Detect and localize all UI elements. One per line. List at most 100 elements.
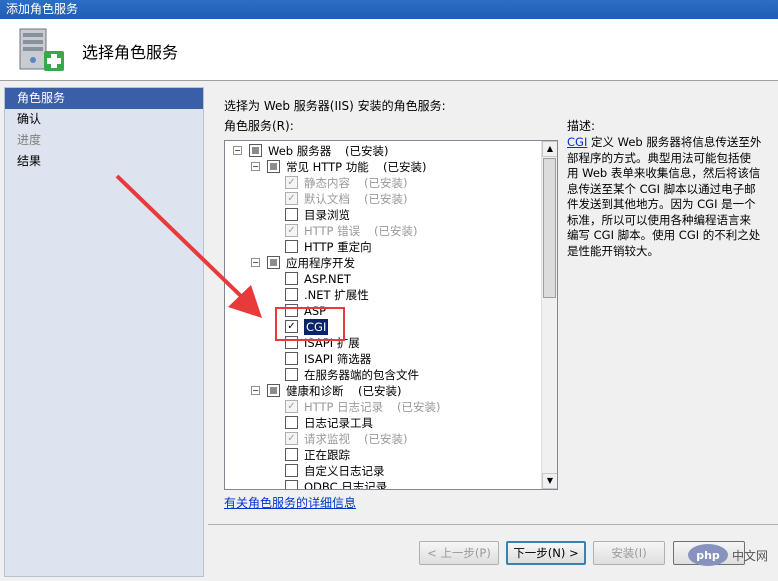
- tree-checkbox[interactable]: [285, 448, 298, 461]
- tree-checkbox[interactable]: [285, 480, 298, 489]
- tree-checkbox[interactable]: [285, 464, 298, 477]
- wizard-header: 选择角色服务: [0, 19, 778, 81]
- tree-rows: − Web 服务器 (已安装) − 常见 HTTP 功能 (已安装) ✓ 静态内容 (已安装) ✓…: [225, 143, 541, 490]
- tree-row[interactable]: ISAPI 扩展: [225, 335, 541, 351]
- tree-item-label: HTTP 重定向: [304, 240, 372, 254]
- description-label: 描述:: [567, 119, 596, 133]
- tree-row[interactable]: ODBC 日志记录: [225, 479, 541, 490]
- tree-row[interactable]: 自定义日志记录: [225, 463, 541, 479]
- tree-collapse-icon[interactable]: −: [251, 386, 260, 395]
- footer-divider: [208, 524, 778, 525]
- tree-checkbox[interactable]: [285, 240, 298, 253]
- tree-item-label: 日志记录工具: [304, 416, 373, 430]
- server-roles-add-icon: [19, 28, 64, 71]
- tree-checkbox[interactable]: [285, 272, 298, 285]
- tree-row[interactable]: 正在跟踪: [225, 447, 541, 463]
- page-title: 选择角色服务: [82, 43, 179, 62]
- tree-item-label: 在服务器端的包含文件: [304, 368, 419, 382]
- tree-item-label: Web 服务器: [268, 144, 332, 158]
- tree-item-label: ASP.NET: [304, 272, 351, 286]
- tree-checkbox[interactable]: [285, 352, 298, 365]
- installed-status: (已安装): [364, 176, 408, 190]
- next-button[interactable]: 下一步(N) >: [506, 541, 586, 565]
- svg-text:php: php: [696, 549, 720, 562]
- tree-row[interactable]: ✓ 请求监视 (已安装): [225, 431, 541, 447]
- tree-checkbox[interactable]: [267, 160, 280, 173]
- tree-row[interactable]: .NET 扩展性: [225, 287, 541, 303]
- installed-status: (已安装): [358, 384, 402, 398]
- tree-item-label: 健康和诊断: [286, 384, 344, 398]
- php-cn-watermark: php 中文网: [688, 544, 768, 566]
- tree-row[interactable]: − 健康和诊断 (已安装): [225, 383, 541, 399]
- tree-row[interactable]: 日志记录工具: [225, 415, 541, 431]
- tree-item-label: ISAPI 筛选器: [304, 352, 372, 366]
- annotation-highlight-box: [275, 307, 345, 341]
- tree-checkbox: ✓: [285, 432, 298, 445]
- tree-row[interactable]: ✓ CGI: [225, 319, 541, 335]
- window-titlebar: 添加角色服务: [0, 0, 778, 19]
- tree-row[interactable]: ASP: [225, 303, 541, 319]
- installed-status: (已安装): [345, 144, 389, 158]
- tree-row[interactable]: 目录浏览: [225, 207, 541, 223]
- select-prompt: 选择为 Web 服务器(IIS) 安装的角色服务:: [224, 99, 446, 113]
- tree-item-label: 请求监视: [304, 432, 350, 446]
- nav-item-confirmation[interactable]: 确认: [5, 109, 203, 130]
- tree-item-label: .NET 扩展性: [304, 288, 369, 302]
- nav-item-role-services[interactable]: 角色服务: [5, 88, 203, 109]
- install-button[interactable]: 安装(I): [593, 541, 665, 565]
- svg-text:中文网: 中文网: [732, 548, 768, 563]
- installed-status: (已安装): [374, 224, 418, 238]
- tree-checkbox[interactable]: [285, 368, 298, 381]
- tree-item-label: 自定义日志记录: [304, 464, 385, 478]
- role-services-info-link[interactable]: 有关角色服务的详细信息: [224, 494, 356, 511]
- tree-row[interactable]: 在服务器端的包含文件: [225, 367, 541, 383]
- scroll-down-icon[interactable]: ▼: [542, 473, 557, 489]
- tree-row[interactable]: − Web 服务器 (已安装): [225, 143, 541, 159]
- nav-item-results[interactable]: 结果: [5, 151, 203, 172]
- tree-row[interactable]: ✓ 静态内容 (已安装): [225, 175, 541, 191]
- tree-item-label: 静态内容: [304, 176, 350, 190]
- description-body: 定义 Web 服务器将信息传送至外部程序的方式。典型用法可能包括使用 Web 表…: [567, 135, 762, 258]
- nav-item-progress: 进度: [17, 133, 42, 147]
- tree-row[interactable]: ✓ HTTP 日志记录 (已安装): [225, 399, 541, 415]
- scroll-thumb[interactable]: [543, 158, 556, 298]
- tree-row[interactable]: ✓ 默认文档 (已安装): [225, 191, 541, 207]
- tree-item-label: 正在跟踪: [304, 448, 350, 462]
- tree-row[interactable]: ASP.NET: [225, 271, 541, 287]
- cgi-link[interactable]: CGI: [567, 135, 587, 149]
- installed-status: (已安装): [397, 400, 441, 414]
- tree-item-label: 默认文档: [304, 192, 350, 206]
- wizard-nav: 角色服务 确认 进度 结果: [4, 87, 204, 577]
- window-title: 添加角色服务: [6, 2, 79, 16]
- tree-checkbox[interactable]: [267, 384, 280, 397]
- tree-item-label: 目录浏览: [304, 208, 350, 222]
- installed-status: (已安装): [383, 160, 427, 174]
- tree-checkbox[interactable]: [285, 416, 298, 429]
- tree-item-label: ODBC 日志记录: [304, 480, 388, 490]
- tree-checkbox[interactable]: [285, 288, 298, 301]
- tree-checkbox[interactable]: [267, 256, 280, 269]
- prev-button[interactable]: < 上一步(P): [419, 541, 499, 565]
- installed-status: (已安装): [364, 192, 408, 206]
- tree-scrollbar[interactable]: ▲ ▼: [541, 141, 557, 489]
- tree-checkbox[interactable]: [249, 144, 262, 157]
- tree-collapse-icon[interactable]: −: [233, 146, 242, 155]
- tree-row[interactable]: HTTP 重定向: [225, 239, 541, 255]
- tree-row[interactable]: − 常见 HTTP 功能 (已安装): [225, 159, 541, 175]
- tree-row[interactable]: ISAPI 筛选器: [225, 351, 541, 367]
- tree-item-label: HTTP 错误: [304, 224, 361, 238]
- scroll-up-icon[interactable]: ▲: [542, 141, 557, 157]
- tree-checkbox: ✓: [285, 400, 298, 413]
- tree-checkbox[interactable]: [285, 208, 298, 221]
- tree-item-label: 应用程序开发: [286, 256, 355, 270]
- description-text: CGI 定义 Web 服务器将信息传送至外部程序的方式。典型用法可能包括使用 W…: [567, 135, 762, 259]
- tree-row[interactable]: ✓ HTTP 错误 (已安装): [225, 223, 541, 239]
- tree-checkbox: ✓: [285, 192, 298, 205]
- tree-item-label: 常见 HTTP 功能: [286, 160, 369, 174]
- tree-item-label: HTTP 日志记录: [304, 400, 384, 414]
- tree-checkbox: ✓: [285, 224, 298, 237]
- installed-status: (已安装): [364, 432, 408, 446]
- tree-row[interactable]: − 应用程序开发: [225, 255, 541, 271]
- tree-collapse-icon[interactable]: −: [251, 258, 260, 267]
- tree-collapse-icon[interactable]: −: [251, 162, 260, 171]
